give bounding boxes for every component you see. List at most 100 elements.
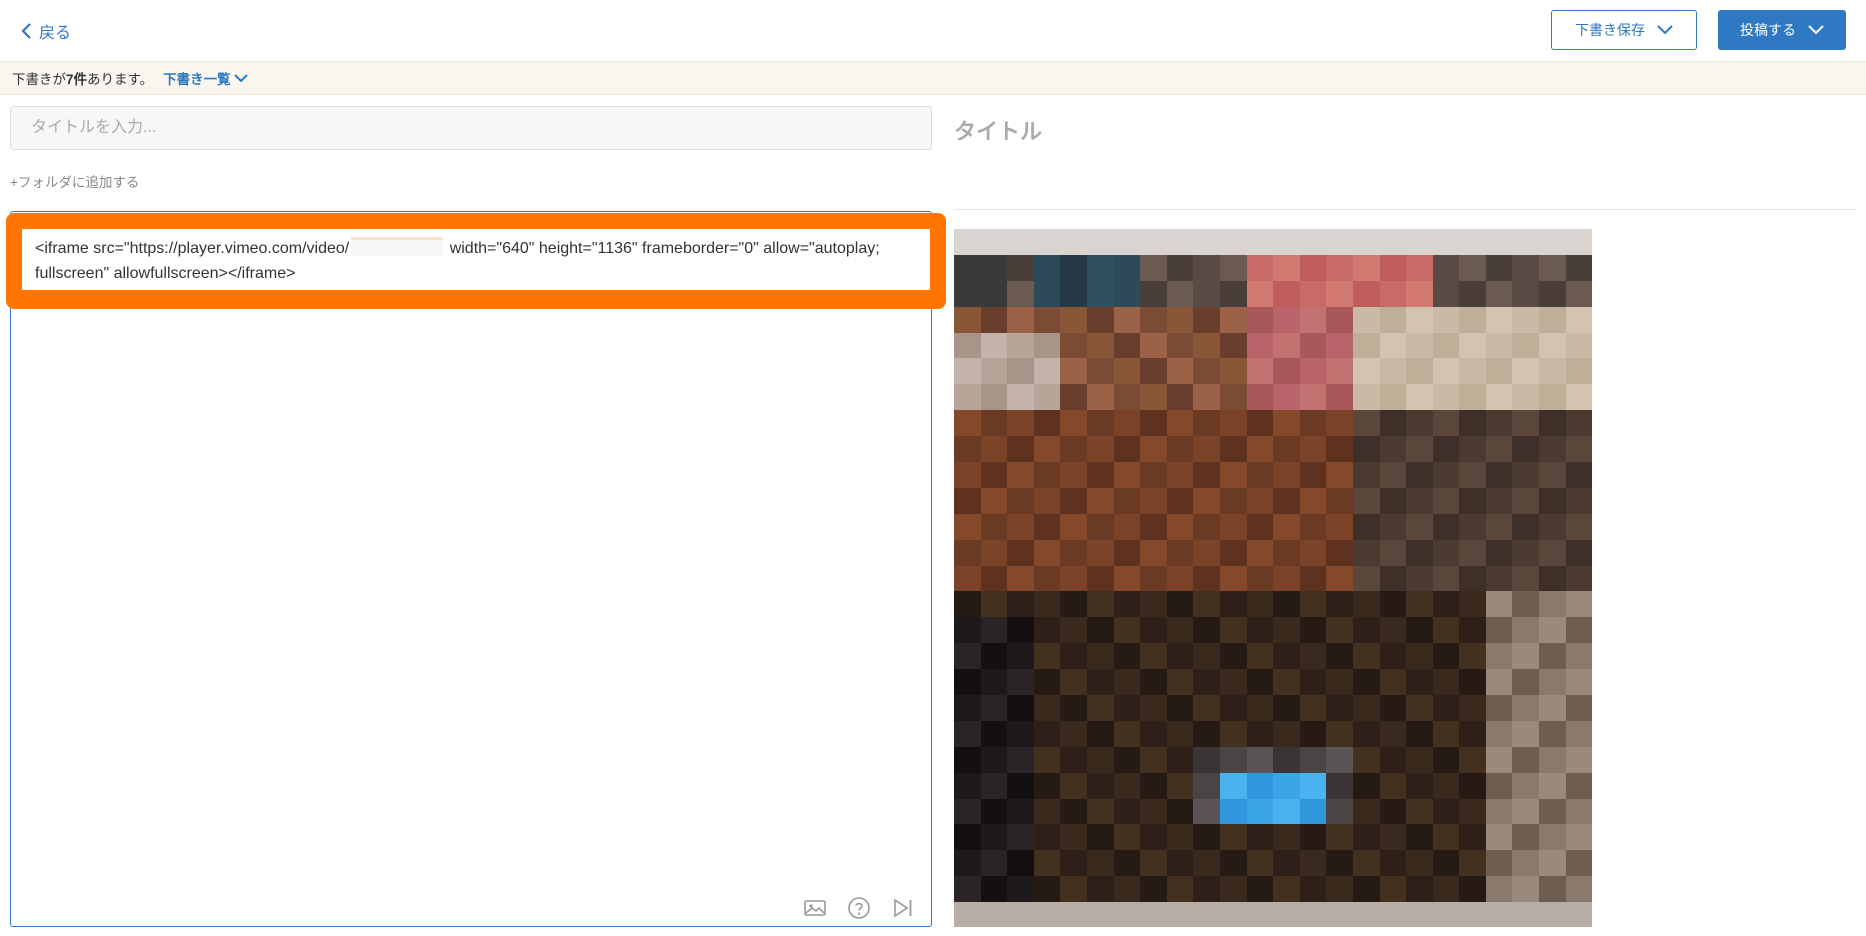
pixel-cell — [980, 591, 1008, 618]
pixel-cell — [1299, 695, 1327, 721]
pixel-cell — [1166, 798, 1194, 825]
draft-list-link[interactable]: 下書き一覧 — [163, 68, 248, 88]
preview-title: タイトル — [954, 119, 1043, 144]
pixel-cell — [1273, 487, 1300, 514]
pixel-cell — [1406, 798, 1433, 825]
pixel-cell — [1140, 280, 1167, 307]
pixel-cell — [1060, 772, 1087, 799]
pixel-cell — [1273, 643, 1300, 670]
pixel-cell — [1086, 720, 1114, 747]
title-input[interactable] — [10, 106, 932, 150]
pixel-cell — [1060, 229, 1087, 255]
pixel-cell — [980, 902, 1008, 927]
pixel-cell — [1219, 254, 1247, 281]
pixel-cell — [1352, 772, 1380, 799]
pixel-cell — [1246, 643, 1274, 670]
pixel-cell — [1246, 358, 1274, 385]
pixel-cell — [980, 695, 1008, 721]
pixel-cell — [1140, 487, 1167, 514]
pixel-cell — [954, 436, 981, 463]
image-icon[interactable] — [803, 896, 827, 920]
pixel-cell — [1246, 436, 1274, 463]
pixel-cell — [954, 695, 981, 721]
pixel-cell — [1113, 280, 1141, 307]
pixel-cell — [954, 617, 981, 644]
pixel-cell — [1060, 384, 1087, 411]
pixel-cell — [1406, 254, 1433, 281]
pixel-cell — [1033, 487, 1061, 514]
pixel-cell — [1246, 669, 1274, 696]
pixel-cell — [1432, 565, 1460, 592]
pixel-cell — [1086, 384, 1114, 411]
pixel-cell — [1219, 591, 1247, 618]
pixel-cell — [1033, 617, 1061, 644]
pixel-cell — [1485, 487, 1513, 514]
pixel-cell — [1273, 772, 1300, 799]
pixel-cell — [1166, 643, 1194, 670]
pixel-cell — [1459, 720, 1486, 747]
pixel-cell — [1299, 539, 1327, 566]
pixel-cell — [1246, 876, 1274, 903]
pixel-cell — [1140, 669, 1167, 696]
pixel-cell — [1485, 358, 1513, 385]
pixel-cell — [1060, 410, 1087, 437]
pixel-cell — [1512, 850, 1540, 877]
pixel-cell — [1432, 695, 1460, 721]
pixel-cell — [1166, 617, 1194, 644]
pixel-cell — [1512, 462, 1540, 488]
pixel-cell — [1406, 591, 1433, 618]
post-button[interactable]: 投稿する — [1718, 10, 1846, 50]
embed-code-text[interactable]: <iframe src="https://player.vimeo.com/vi… — [22, 229, 930, 290]
pixel-cell — [1432, 280, 1460, 307]
help-icon[interactable] — [847, 896, 871, 920]
pixel-cell — [1406, 876, 1433, 903]
pixel-cell — [1352, 513, 1380, 540]
pixel-cell — [1299, 824, 1327, 851]
pixel-cell — [1459, 384, 1486, 411]
add-folder-link[interactable]: +フォルダに追加する — [10, 171, 139, 191]
skip-forward-icon[interactable] — [891, 896, 915, 920]
pixel-cell — [1432, 824, 1460, 851]
pixel-cell — [1060, 462, 1087, 488]
body-editor[interactable] — [10, 211, 932, 927]
pixel-cell — [1246, 720, 1274, 747]
pixel-cell — [1432, 591, 1460, 618]
pixel-cell — [1565, 254, 1592, 281]
pixel-cell — [1352, 591, 1380, 618]
pixel-cell — [1007, 824, 1034, 851]
pixel-cell — [1113, 798, 1141, 825]
pixel-cell — [1326, 720, 1353, 747]
pixel-cell — [1539, 643, 1566, 670]
pixel-cell — [1273, 436, 1300, 463]
pixel-cell — [1086, 772, 1114, 799]
pixel-cell — [1193, 876, 1220, 903]
pixel-cell — [1193, 513, 1220, 540]
pixel-cell — [1539, 410, 1566, 437]
pixel-cell — [1459, 824, 1486, 851]
pixel-cell — [1113, 772, 1141, 799]
pixel-cell — [1299, 436, 1327, 463]
pixel-cell — [1193, 695, 1220, 721]
pixel-cell — [1086, 591, 1114, 618]
pixel-cell — [1273, 902, 1300, 927]
pixel-cell — [1459, 669, 1486, 696]
back-link[interactable]: 戻る — [20, 19, 71, 43]
pixel-cell — [1565, 720, 1592, 747]
pixel-cell — [1352, 254, 1380, 281]
draft-save-button[interactable]: 下書き保存 — [1551, 10, 1697, 50]
pixel-cell — [1485, 824, 1513, 851]
pixel-cell — [1193, 487, 1220, 514]
pixel-cell — [1273, 410, 1300, 437]
pixel-cell — [1140, 332, 1167, 359]
pixel-cell — [1273, 850, 1300, 877]
pixel-cell — [1485, 720, 1513, 747]
pixel-cell — [1565, 876, 1592, 903]
pixel-cell — [1193, 824, 1220, 851]
pixel-cell — [1539, 487, 1566, 514]
pixel-cell — [1459, 539, 1486, 566]
pixel-cell — [954, 410, 981, 437]
pixel-cell — [1406, 436, 1433, 463]
pixel-cell — [1512, 695, 1540, 721]
pixel-cell — [980, 436, 1008, 463]
pixel-cell — [1273, 824, 1300, 851]
